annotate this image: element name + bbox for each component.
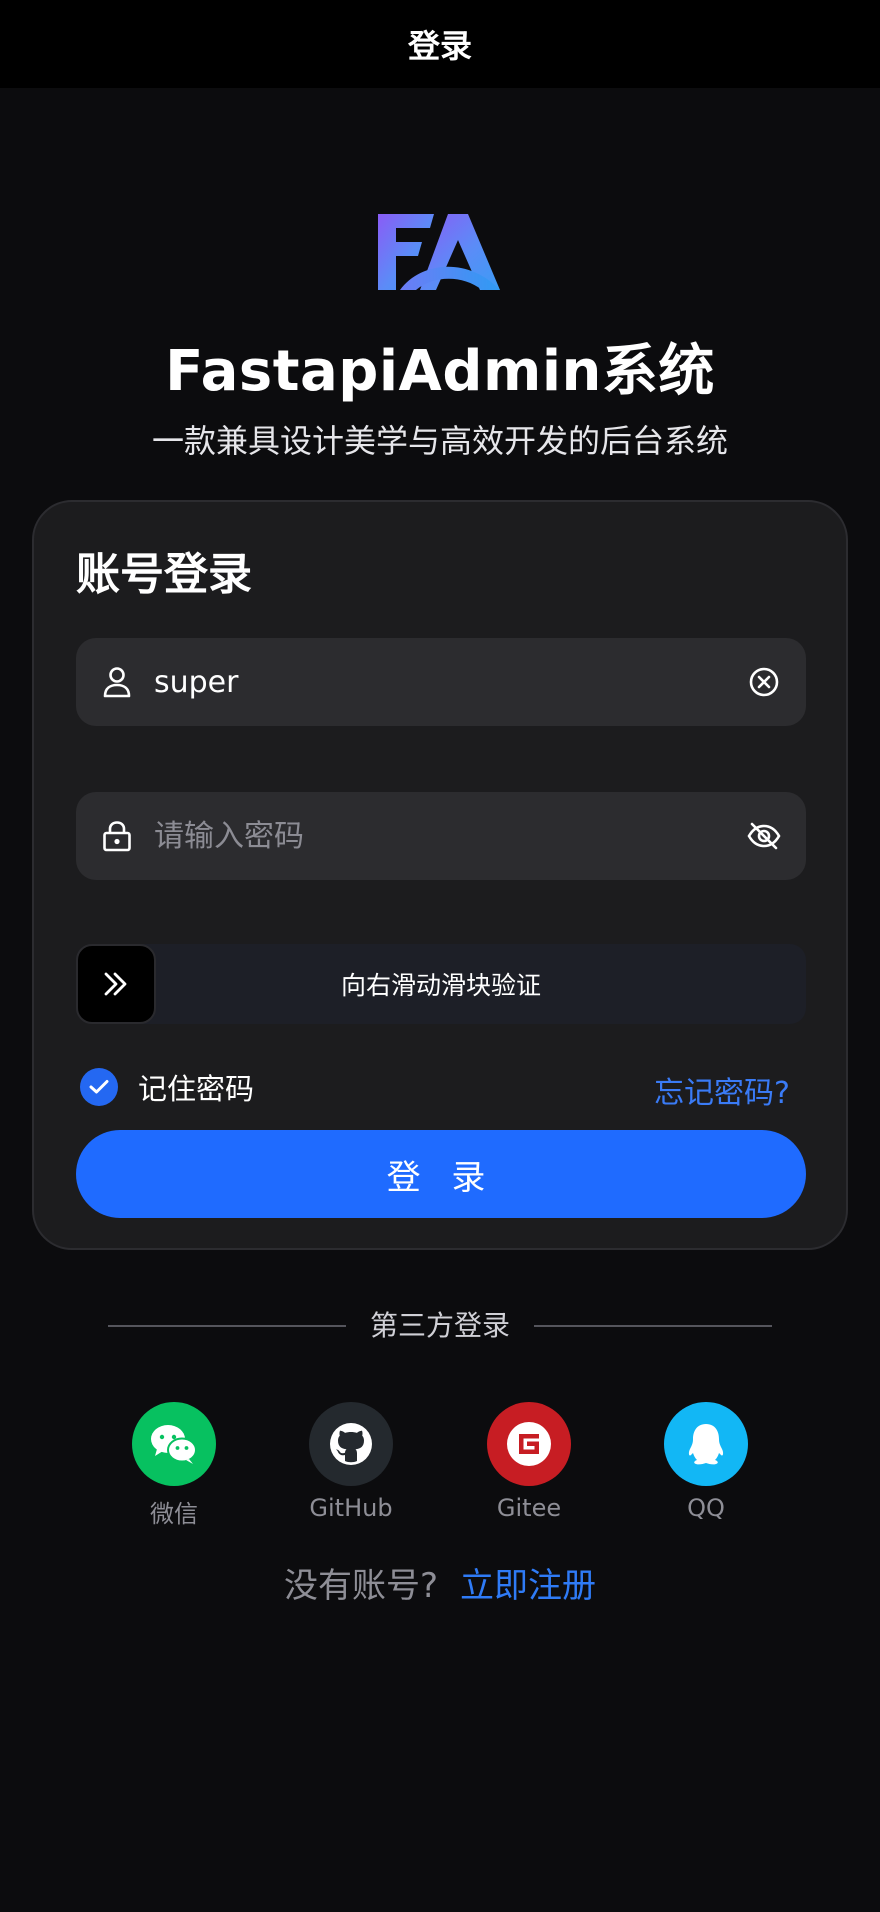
github-icon[interactable] xyxy=(309,1402,393,1486)
login-card: 账号登录 super 向右滑动滑块验证 记住密码 忘记密码? 登 录 xyxy=(32,500,848,1250)
login-card-title: 账号登录 xyxy=(76,549,252,600)
app-title: FastapiAdmin系统 xyxy=(165,339,715,404)
gitee-login[interactable]: Gitee xyxy=(474,1402,584,1522)
password-field[interactable] xyxy=(76,792,806,880)
navbar: 登录 xyxy=(0,0,880,88)
remember-label: 记住密码 xyxy=(138,1072,255,1106)
lock-icon xyxy=(100,819,134,853)
qq-login[interactable]: QQ xyxy=(651,1402,761,1522)
register-link[interactable]: 立即注册 xyxy=(460,1566,596,1606)
qq-icon[interactable] xyxy=(664,1402,748,1486)
app-subtitle: 一款兼具设计美学与高效开发的后台系统 xyxy=(151,422,728,460)
qq-label: QQ xyxy=(687,1494,725,1522)
navbar-title: 登录 xyxy=(407,27,472,65)
slider-captcha[interactable]: 向右滑动滑块验证 xyxy=(76,944,806,1024)
remember-checkbox[interactable] xyxy=(80,1068,118,1106)
user-icon xyxy=(100,665,134,699)
username-input[interactable] xyxy=(154,664,746,700)
fa-logo xyxy=(378,214,500,290)
login-button[interactable]: 登 录 xyxy=(76,1130,806,1218)
eye-off-icon[interactable] xyxy=(746,818,782,854)
double-chevron-right-icon xyxy=(104,972,127,996)
third-party-divider: 第三方登录 xyxy=(108,1306,772,1346)
divider-line-right xyxy=(534,1325,772,1327)
check-icon xyxy=(89,1080,109,1094)
register-row: 没有账号? 立即注册 xyxy=(0,1558,880,1607)
username-field[interactable] xyxy=(76,638,806,726)
forgot-password-link[interactable]: 忘记密码? xyxy=(654,1068,790,1112)
slider-handle[interactable] xyxy=(76,944,156,1024)
gitee-label: Gitee xyxy=(496,1494,562,1522)
github-label: GitHub xyxy=(309,1494,393,1522)
register-question: 没有账号? xyxy=(283,1566,439,1606)
password-input[interactable] xyxy=(154,818,746,854)
wechat-icon[interactable] xyxy=(132,1402,216,1486)
wechat-login[interactable]: 微信 xyxy=(119,1402,229,1529)
remember-password[interactable]: 记住密码 xyxy=(80,1066,254,1108)
slider-hint: 向右滑动滑块验证 xyxy=(340,971,541,1000)
wechat-label: 微信 xyxy=(150,1500,198,1528)
clear-icon[interactable] xyxy=(746,664,782,700)
gitee-icon[interactable] xyxy=(487,1402,571,1486)
github-login[interactable]: GitHub xyxy=(296,1402,406,1522)
